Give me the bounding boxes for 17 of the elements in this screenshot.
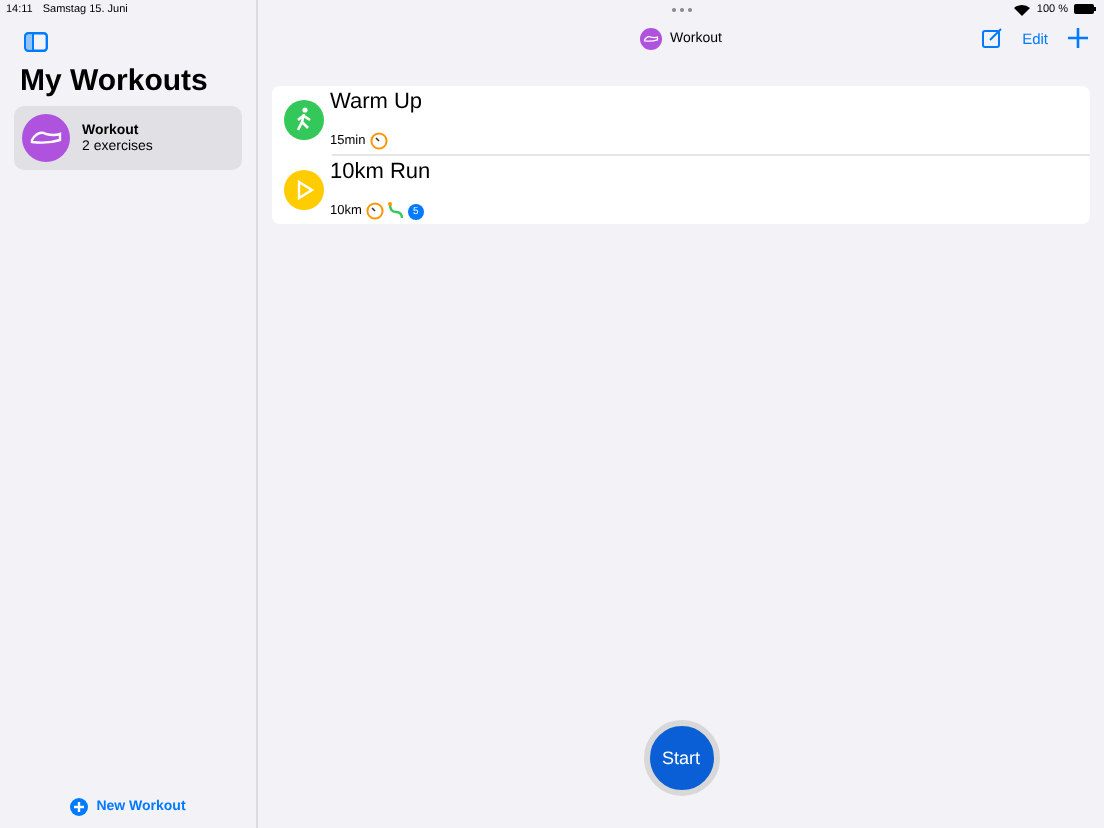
shoe-icon: [22, 114, 70, 162]
shoe-icon: [640, 27, 663, 49]
timer-icon: [365, 202, 384, 220]
wifi-icon: [1014, 3, 1031, 15]
exercise-name: 10km Run: [330, 160, 431, 184]
add-icon[interactable]: [1068, 28, 1088, 48]
add-circle-icon: [70, 798, 89, 816]
play-icon: [284, 170, 324, 210]
sidebar-title: My Workouts: [20, 64, 210, 98]
exercise-name: Warm Up: [330, 90, 423, 114]
start-button[interactable]: Start: [643, 720, 719, 796]
route-icon: [387, 202, 404, 220]
sidebar-toggle-icon[interactable]: [24, 32, 48, 52]
compose-icon[interactable]: [982, 28, 1003, 48]
timer-icon: [369, 132, 388, 150]
battery-icon: [1074, 4, 1096, 14]
walking-figure-icon: [284, 100, 324, 140]
